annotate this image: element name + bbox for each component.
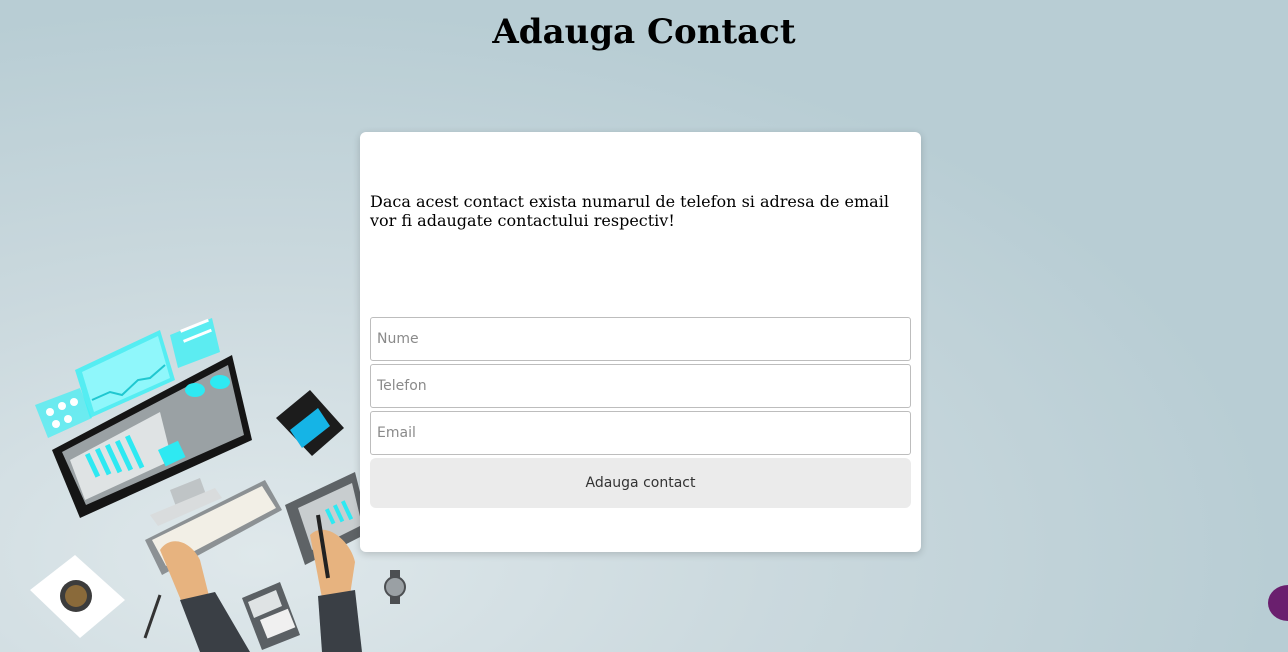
chat-bubble-icon[interactable] [1268,585,1288,621]
coffee-paper [30,555,162,639]
watch [384,570,406,604]
add-contact-card: Daca acest contact exista numarul de tel… [360,132,921,552]
email-input[interactable] [370,411,911,455]
page-title: Adauga Contact [492,12,796,52]
notebook [276,390,344,456]
name-input[interactable] [370,317,911,361]
existing-contact-notice: Daca acest contact exista numarul de tel… [370,192,889,230]
calculator [242,582,300,650]
phone-input[interactable] [370,364,911,408]
add-contact-button[interactable]: Adauga contact [370,458,911,508]
